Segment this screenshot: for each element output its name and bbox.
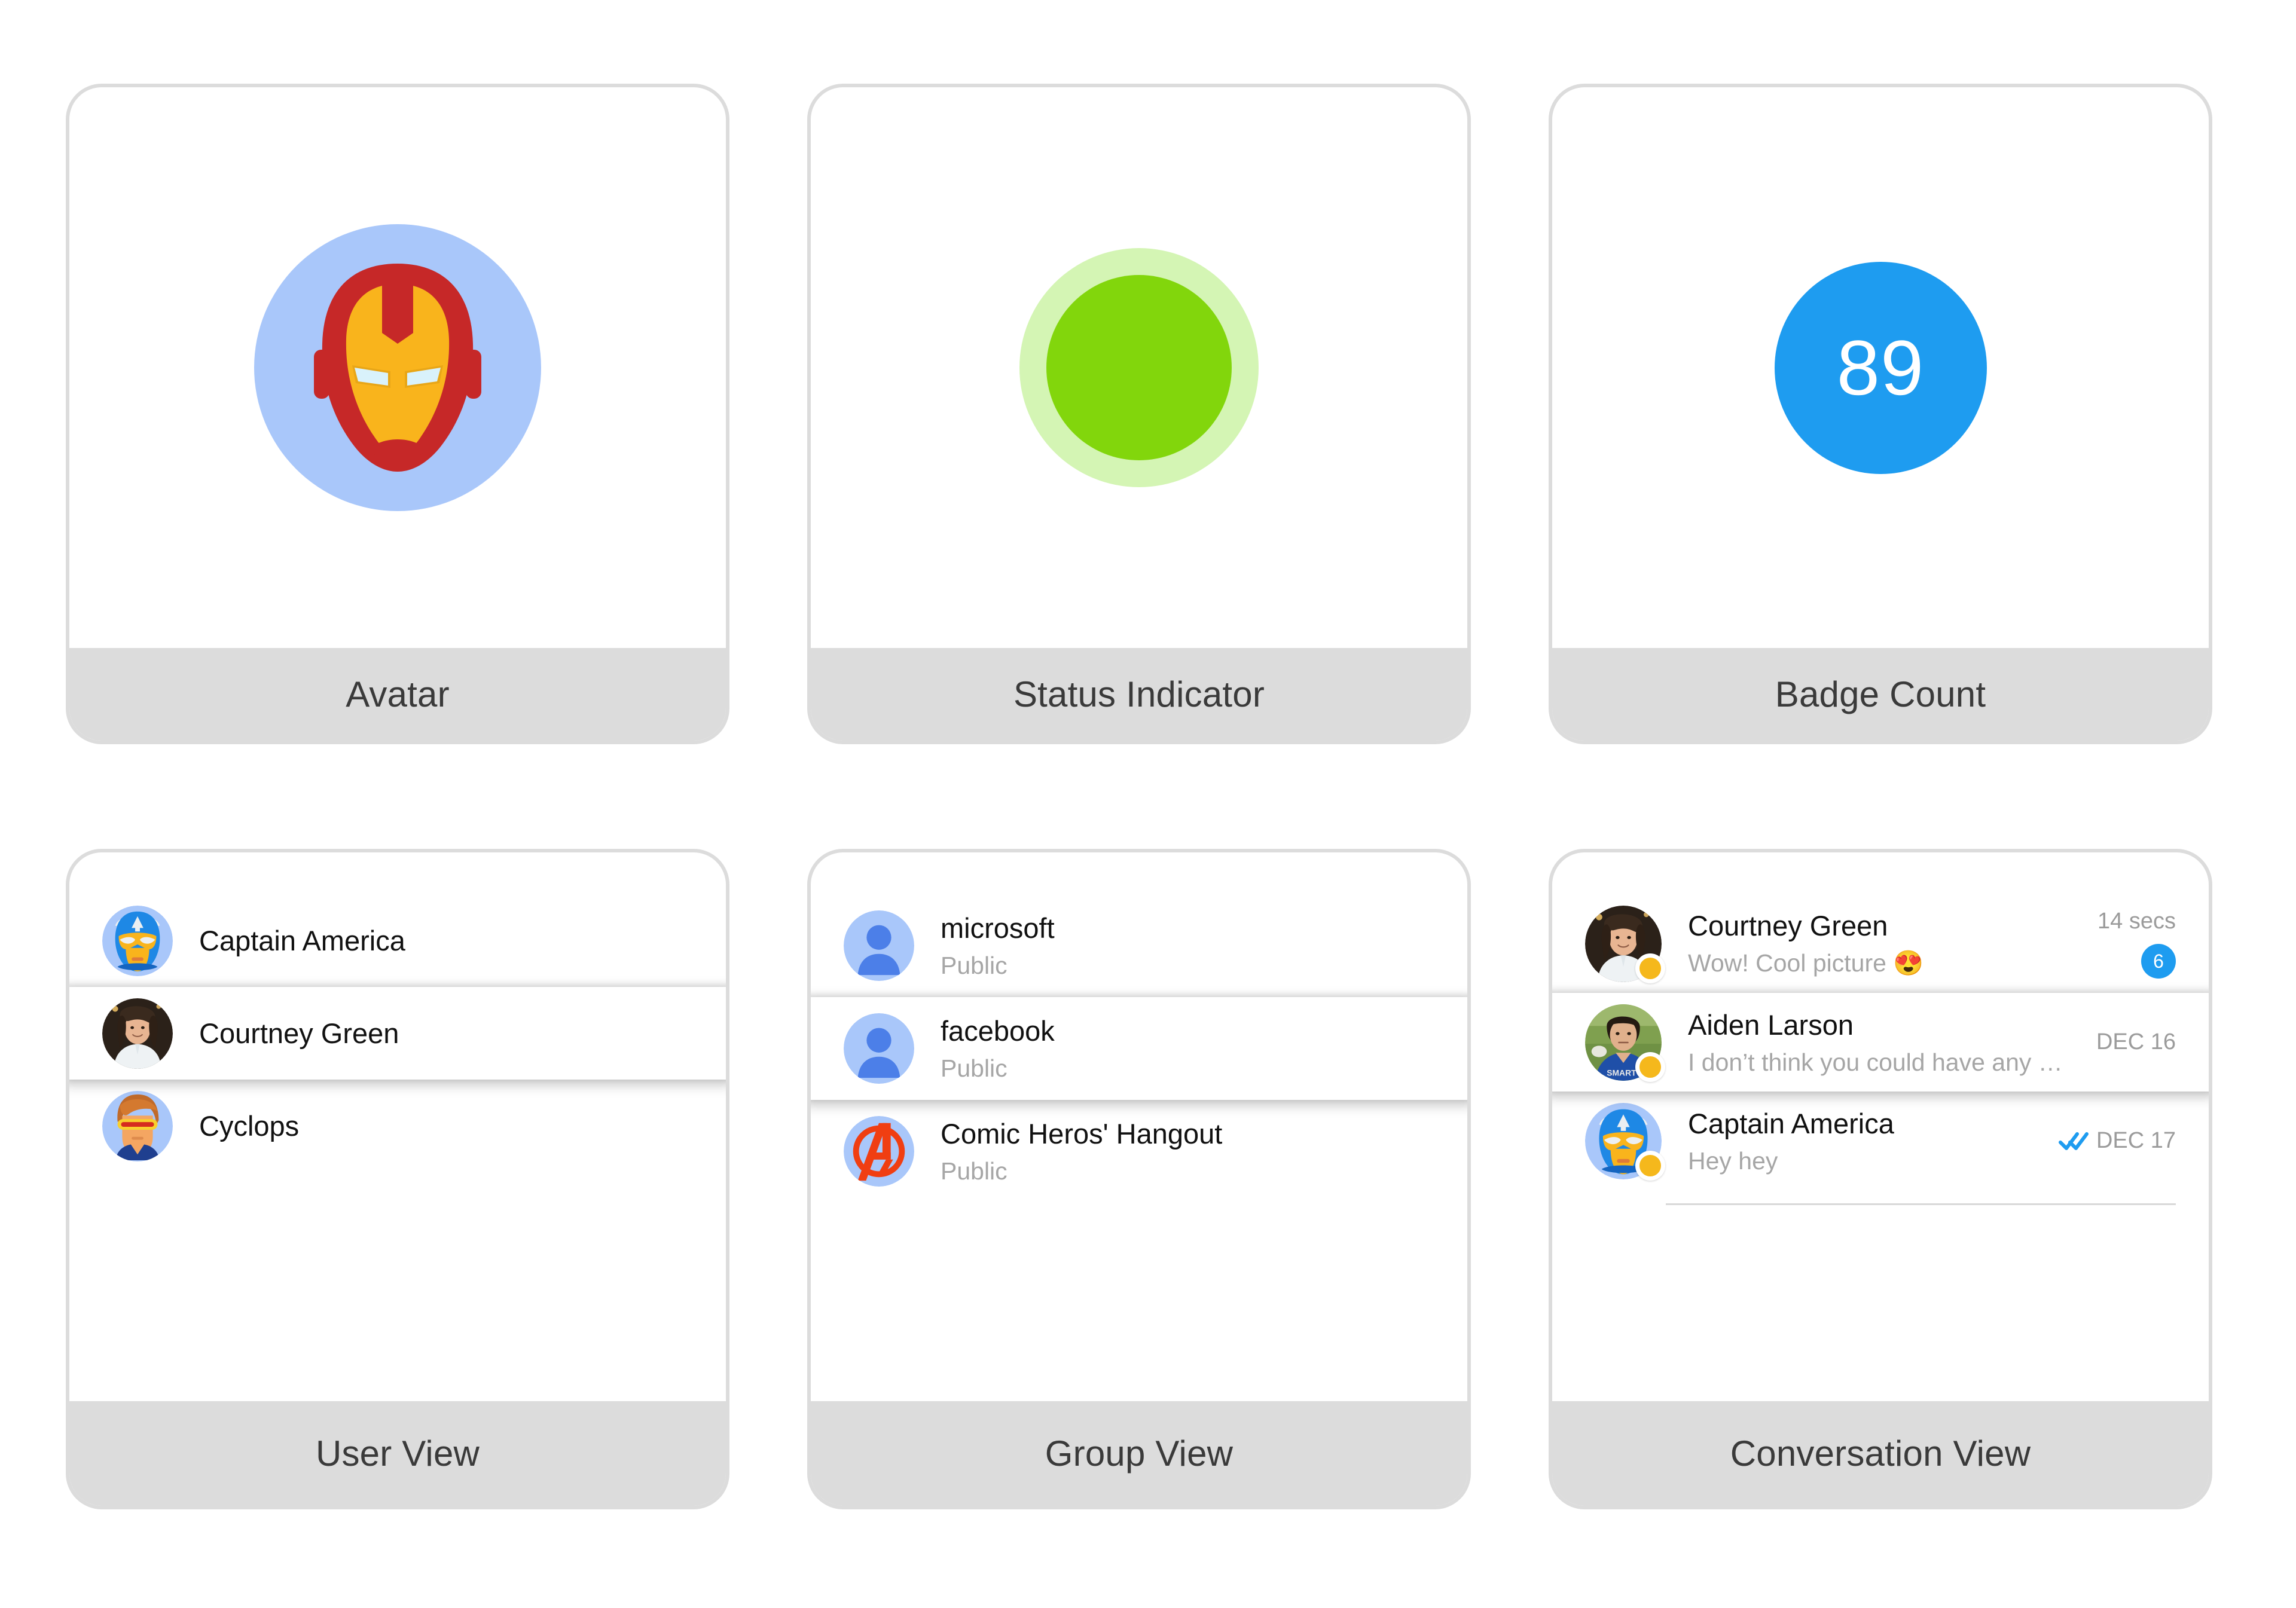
badge-circle-icon: 89 <box>1774 261 1987 474</box>
list-item[interactable]: Captain America <box>69 894 726 987</box>
online-away-dot-icon <box>1635 1150 1665 1181</box>
card-user-view: Captain America Courtney Green Cyclops U… <box>66 849 729 1509</box>
user-name: Captain America <box>199 925 405 956</box>
svg-text:SMART: SMART <box>1607 1068 1636 1077</box>
card-status-indicator: Status Indicator <box>807 84 1471 744</box>
user-name: Cyclops <box>199 1110 300 1142</box>
user-list: Captain America Courtney Green Cyclops <box>69 852 726 1172</box>
group-privacy: Public <box>941 1157 1007 1185</box>
avatar <box>844 1116 914 1187</box>
card-label-avatar: Avatar <box>69 648 726 741</box>
conversation-right: 14 secs 6 <box>2083 909 2176 979</box>
group-privacy: Public <box>941 1054 1007 1082</box>
avatar <box>102 998 173 1069</box>
avatar <box>1585 905 1665 983</box>
conversation-meta: Aiden Larson I don’t think you could hav… <box>1662 1008 2082 1077</box>
card-label-badge-count: Badge Count <box>1552 648 2209 741</box>
unread-badge: 6 <box>2141 944 2176 979</box>
conversation-meta: Captain America Hey hey <box>1662 1107 2044 1175</box>
list-item-meta: Captain America <box>173 924 693 957</box>
conversation-timestamp: 14 secs <box>2097 909 2176 934</box>
card-badge-count: 89 Badge Count <box>1549 84 2212 744</box>
person-placeholder-icon <box>844 910 914 981</box>
list-item-meta: microsoft Public <box>914 912 1434 980</box>
group-name: microsoft <box>941 912 1055 944</box>
card-label-conversation-view: Conversation View <box>1552 1401 2209 1506</box>
conversation-timestamp-wrap: DEC 17 <box>2058 1128 2176 1154</box>
card-label-status-indicator: Status Indicator <box>811 648 1467 741</box>
avatar <box>102 905 173 976</box>
conversation-row[interactable]: Captain America Hey hey DEC 17 <box>1552 1092 2209 1190</box>
list-item[interactable]: Comic Heros' Hangout Public <box>811 1100 1467 1203</box>
group-list: microsoft Public facebook Public Comic H… <box>811 852 1467 1203</box>
conversation-list: Courtney Green Wow! Cool picture 😍 14 se… <box>1552 852 2209 1205</box>
group-name: facebook <box>941 1015 1055 1047</box>
conversation-preview: Wow! Cool picture 😍 <box>1688 949 1924 977</box>
component-gallery: Avatar Status Indicator 89 Badge Count C… <box>0 0 2296 1608</box>
conversation-row[interactable]: Courtney Green Wow! Cool picture 😍 14 se… <box>1552 894 2209 993</box>
list-item[interactable]: microsoft Public <box>811 894 1467 997</box>
status-indicator-preview <box>811 87 1467 648</box>
double-check-read-icon <box>2058 1130 2089 1152</box>
conversation-view-preview: Courtney Green Wow! Cool picture 😍 14 se… <box>1552 852 2209 1401</box>
user-name: Courtney Green <box>199 1017 399 1049</box>
list-divider <box>1666 1203 2176 1205</box>
user-view-preview: Captain America Courtney Green Cyclops <box>69 852 726 1401</box>
card-avatar: Avatar <box>66 84 729 744</box>
card-conversation-view: Courtney Green Wow! Cool picture 😍 14 se… <box>1549 849 2212 1509</box>
conversation-meta: Courtney Green Wow! Cool picture 😍 <box>1662 909 2083 978</box>
ironman-avatar-icon <box>254 224 541 511</box>
online-away-dot-icon <box>1635 953 1665 983</box>
avatar <box>844 910 914 981</box>
conversation-name: Courtney Green <box>1688 910 1888 941</box>
online-away-dot-icon <box>1635 1051 1665 1082</box>
conversation-name: Aiden Larson <box>1688 1008 1854 1041</box>
avatar: SMART <box>1585 1004 1665 1082</box>
status-dot-core <box>1046 275 1232 460</box>
group-name: Comic Heros' Hangout <box>941 1118 1223 1150</box>
card-label-group-view: Group View <box>811 1401 1467 1506</box>
avatar-preview <box>69 87 726 648</box>
list-item-meta: facebook Public <box>914 1014 1434 1083</box>
card-label-user-view: User View <box>69 1401 726 1506</box>
card-group-view: microsoft Public facebook Public Comic H… <box>807 849 1471 1509</box>
group-privacy: Public <box>941 952 1007 979</box>
conversation-right: DEC 17 <box>2044 1128 2176 1154</box>
avengers-logo-icon <box>844 1116 914 1187</box>
person-placeholder-icon <box>844 1013 914 1084</box>
list-item-meta: Cyclops <box>173 1109 693 1142</box>
list-item-meta: Comic Heros' Hangout Public <box>914 1117 1434 1185</box>
conversation-right: DEC 16 <box>2082 1029 2176 1055</box>
avatar <box>844 1013 914 1084</box>
list-item[interactable]: facebook Public <box>811 997 1467 1100</box>
courtney-green-photo <box>102 998 173 1069</box>
conversation-preview: Hey hey <box>1688 1147 1778 1175</box>
badge-count-preview: 89 <box>1552 87 2209 648</box>
cyclops-avatar-icon <box>102 1090 173 1161</box>
conversation-preview: I don’t think you could have any mone… <box>1688 1048 2082 1076</box>
badge-count-value: 89 <box>1836 324 1925 411</box>
avatar <box>102 1090 173 1161</box>
conversation-name: Captain America <box>1688 1107 1894 1139</box>
captain-america-avatar-icon <box>102 905 173 976</box>
conversation-timestamp: DEC 17 <box>2096 1128 2176 1153</box>
list-item[interactable]: Courtney Green <box>69 987 726 1080</box>
avatar <box>1585 1102 1665 1181</box>
list-item-meta: Courtney Green <box>173 1017 693 1050</box>
group-view-preview: microsoft Public facebook Public Comic H… <box>811 852 1467 1401</box>
conversation-timestamp: DEC 16 <box>2096 1029 2176 1054</box>
status-dot-icon <box>1019 248 1259 487</box>
ironman-helmet-svg <box>314 264 481 472</box>
list-item[interactable]: Cyclops <box>69 1080 726 1172</box>
conversation-row[interactable]: SMART Aiden Larson I don’t think you cou… <box>1552 993 2209 1092</box>
